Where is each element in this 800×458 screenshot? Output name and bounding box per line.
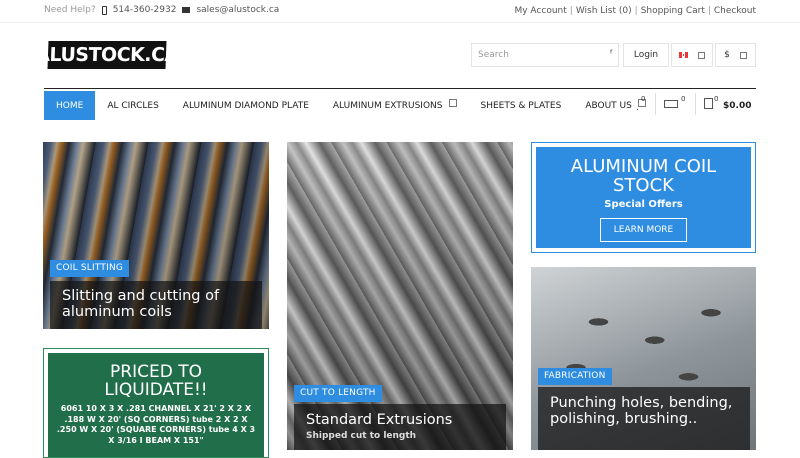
- nav-extrusions-label: ALUMINUM EXTRUSIONS: [332, 100, 443, 111]
- nav-al-circles[interactable]: AL CIRCLES: [95, 91, 170, 120]
- nav-divider: [44, 88, 756, 89]
- nav-sheets-plates[interactable]: SHEETS & PLATES: [469, 91, 574, 120]
- checkout-link[interactable]: Checkout: [714, 6, 756, 16]
- coil-stock-title: ALUMINUM COIL STOCK: [570, 156, 717, 196]
- login-button[interactable]: Login: [623, 43, 669, 67]
- canada-flag-icon: [679, 52, 688, 58]
- coil-stock-subtitle: Special Offers: [604, 199, 683, 210]
- liquidation-body: 6061 10 X 3 X .281 CHANNEL X 21' 2 X 2 X…: [56, 404, 256, 445]
- compare-icon[interactable]: 0: [664, 95, 685, 110]
- cut-to-length-tag[interactable]: CUT TO LENGTH: [294, 385, 382, 402]
- cut-to-length-subcaption: Shipped cut to length: [306, 431, 417, 441]
- learn-more-button[interactable]: LEARN MORE: [599, 218, 688, 242]
- coil-stock-promo[interactable]: ALUMINUM COIL STOCK Special Offers LEARN…: [531, 142, 756, 253]
- phone-icon: [101, 5, 107, 15]
- fabrication-tag[interactable]: FABRICATION: [538, 368, 612, 385]
- fabrication-caption: Punching holes, bending, polishing, brus…: [550, 395, 733, 427]
- fabrication-tile[interactable]: FABRICATION Punching holes, bending, pol…: [531, 267, 756, 450]
- nav-diamond-plate[interactable]: ALUMINUM DIAMOND PLATE: [171, 91, 321, 120]
- coil-slitting-caption-box: Slitting and cutting of aluminum coils: [50, 281, 262, 329]
- cart-icon[interactable]: 0: [704, 95, 718, 111]
- main-nav: HOME AL CIRCLES ALUMINUM DIAMOND PLATE A…: [44, 91, 658, 120]
- my-account-link[interactable]: My Account: [514, 6, 566, 16]
- coil-slitting-tag[interactable]: COIL SLITTING: [50, 260, 130, 277]
- search-placeholder: Search: [478, 50, 509, 60]
- cut-to-length-caption-box: Standard Extrusions Shipped cut to lengt…: [294, 404, 506, 450]
- language-selector[interactable]: [671, 43, 713, 67]
- help-label: Need Help?: [44, 5, 96, 15]
- phone-number[interactable]: 514-360-2932: [113, 5, 177, 15]
- cut-to-length-caption: Standard Extrusions: [306, 412, 453, 428]
- login-label: Login: [633, 50, 659, 60]
- cut-to-length-tile[interactable]: CUT TO LENGTH Standard Extrusions Shippe…: [287, 142, 513, 450]
- top-bar: Need Help? 514-360-2932 sales@alustock.c…: [0, 0, 800, 23]
- nav-home[interactable]: HOME: [44, 91, 96, 120]
- search-icon[interactable]: ᶠ: [610, 49, 613, 60]
- nav-divider-v: [695, 93, 696, 115]
- currency-selector[interactable]: $: [715, 43, 756, 67]
- coil-slitting-tile[interactable]: COIL SLITTING Slitting and cutting of al…: [43, 142, 269, 329]
- currency-symbol: $: [724, 50, 730, 60]
- search-input[interactable]: Search ᶠ: [471, 43, 619, 67]
- site-logo[interactable]: ALUSTOCK.CA: [35, 41, 179, 69]
- liquidation-panel: PRICED TO LIQUIDATE!! 6061 10 X 3 X .281…: [48, 353, 264, 457]
- mail-icon: [182, 7, 191, 13]
- nav-divider-v: [655, 93, 656, 115]
- nav-extrusions[interactable]: ALUMINUM EXTRUSIONS: [321, 91, 469, 120]
- liquidation-promo[interactable]: PRICED TO LIQUIDATE!! 6061 10 X 3 X .281…: [43, 348, 269, 458]
- dropdown-icon: [739, 51, 747, 59]
- contact-info: Need Help? 514-360-2932 sales@alustock.c…: [44, 5, 279, 15]
- dropdown-icon: [698, 51, 705, 59]
- fabrication-caption-box: Punching holes, bending, polishing, brus…: [538, 387, 750, 450]
- wish-list-link[interactable]: Wish List (0): [576, 6, 632, 16]
- coil-stock-panel: ALUMINUM COIL STOCK Special Offers LEARN…: [536, 147, 751, 248]
- wishlist-count: 0: [641, 95, 646, 103]
- dropdown-icon: [448, 98, 457, 107]
- compare-count: 0: [681, 95, 686, 103]
- account-links: My Account | Wish List (0) | Shopping Cart…: [514, 6, 756, 16]
- coil-slitting-caption: Slitting and cutting of aluminum coils: [62, 288, 220, 320]
- cart-count: 0: [714, 95, 719, 103]
- cart-total[interactable]: $0.00: [723, 101, 751, 111]
- email-link[interactable]: sales@alustock.ca: [196, 5, 279, 15]
- liquidation-title: PRICED TO LIQUIDATE!!: [104, 362, 208, 400]
- nav-about-label: ABOUT US: [585, 100, 632, 111]
- shopping-cart-link[interactable]: Shopping Cart: [641, 6, 705, 16]
